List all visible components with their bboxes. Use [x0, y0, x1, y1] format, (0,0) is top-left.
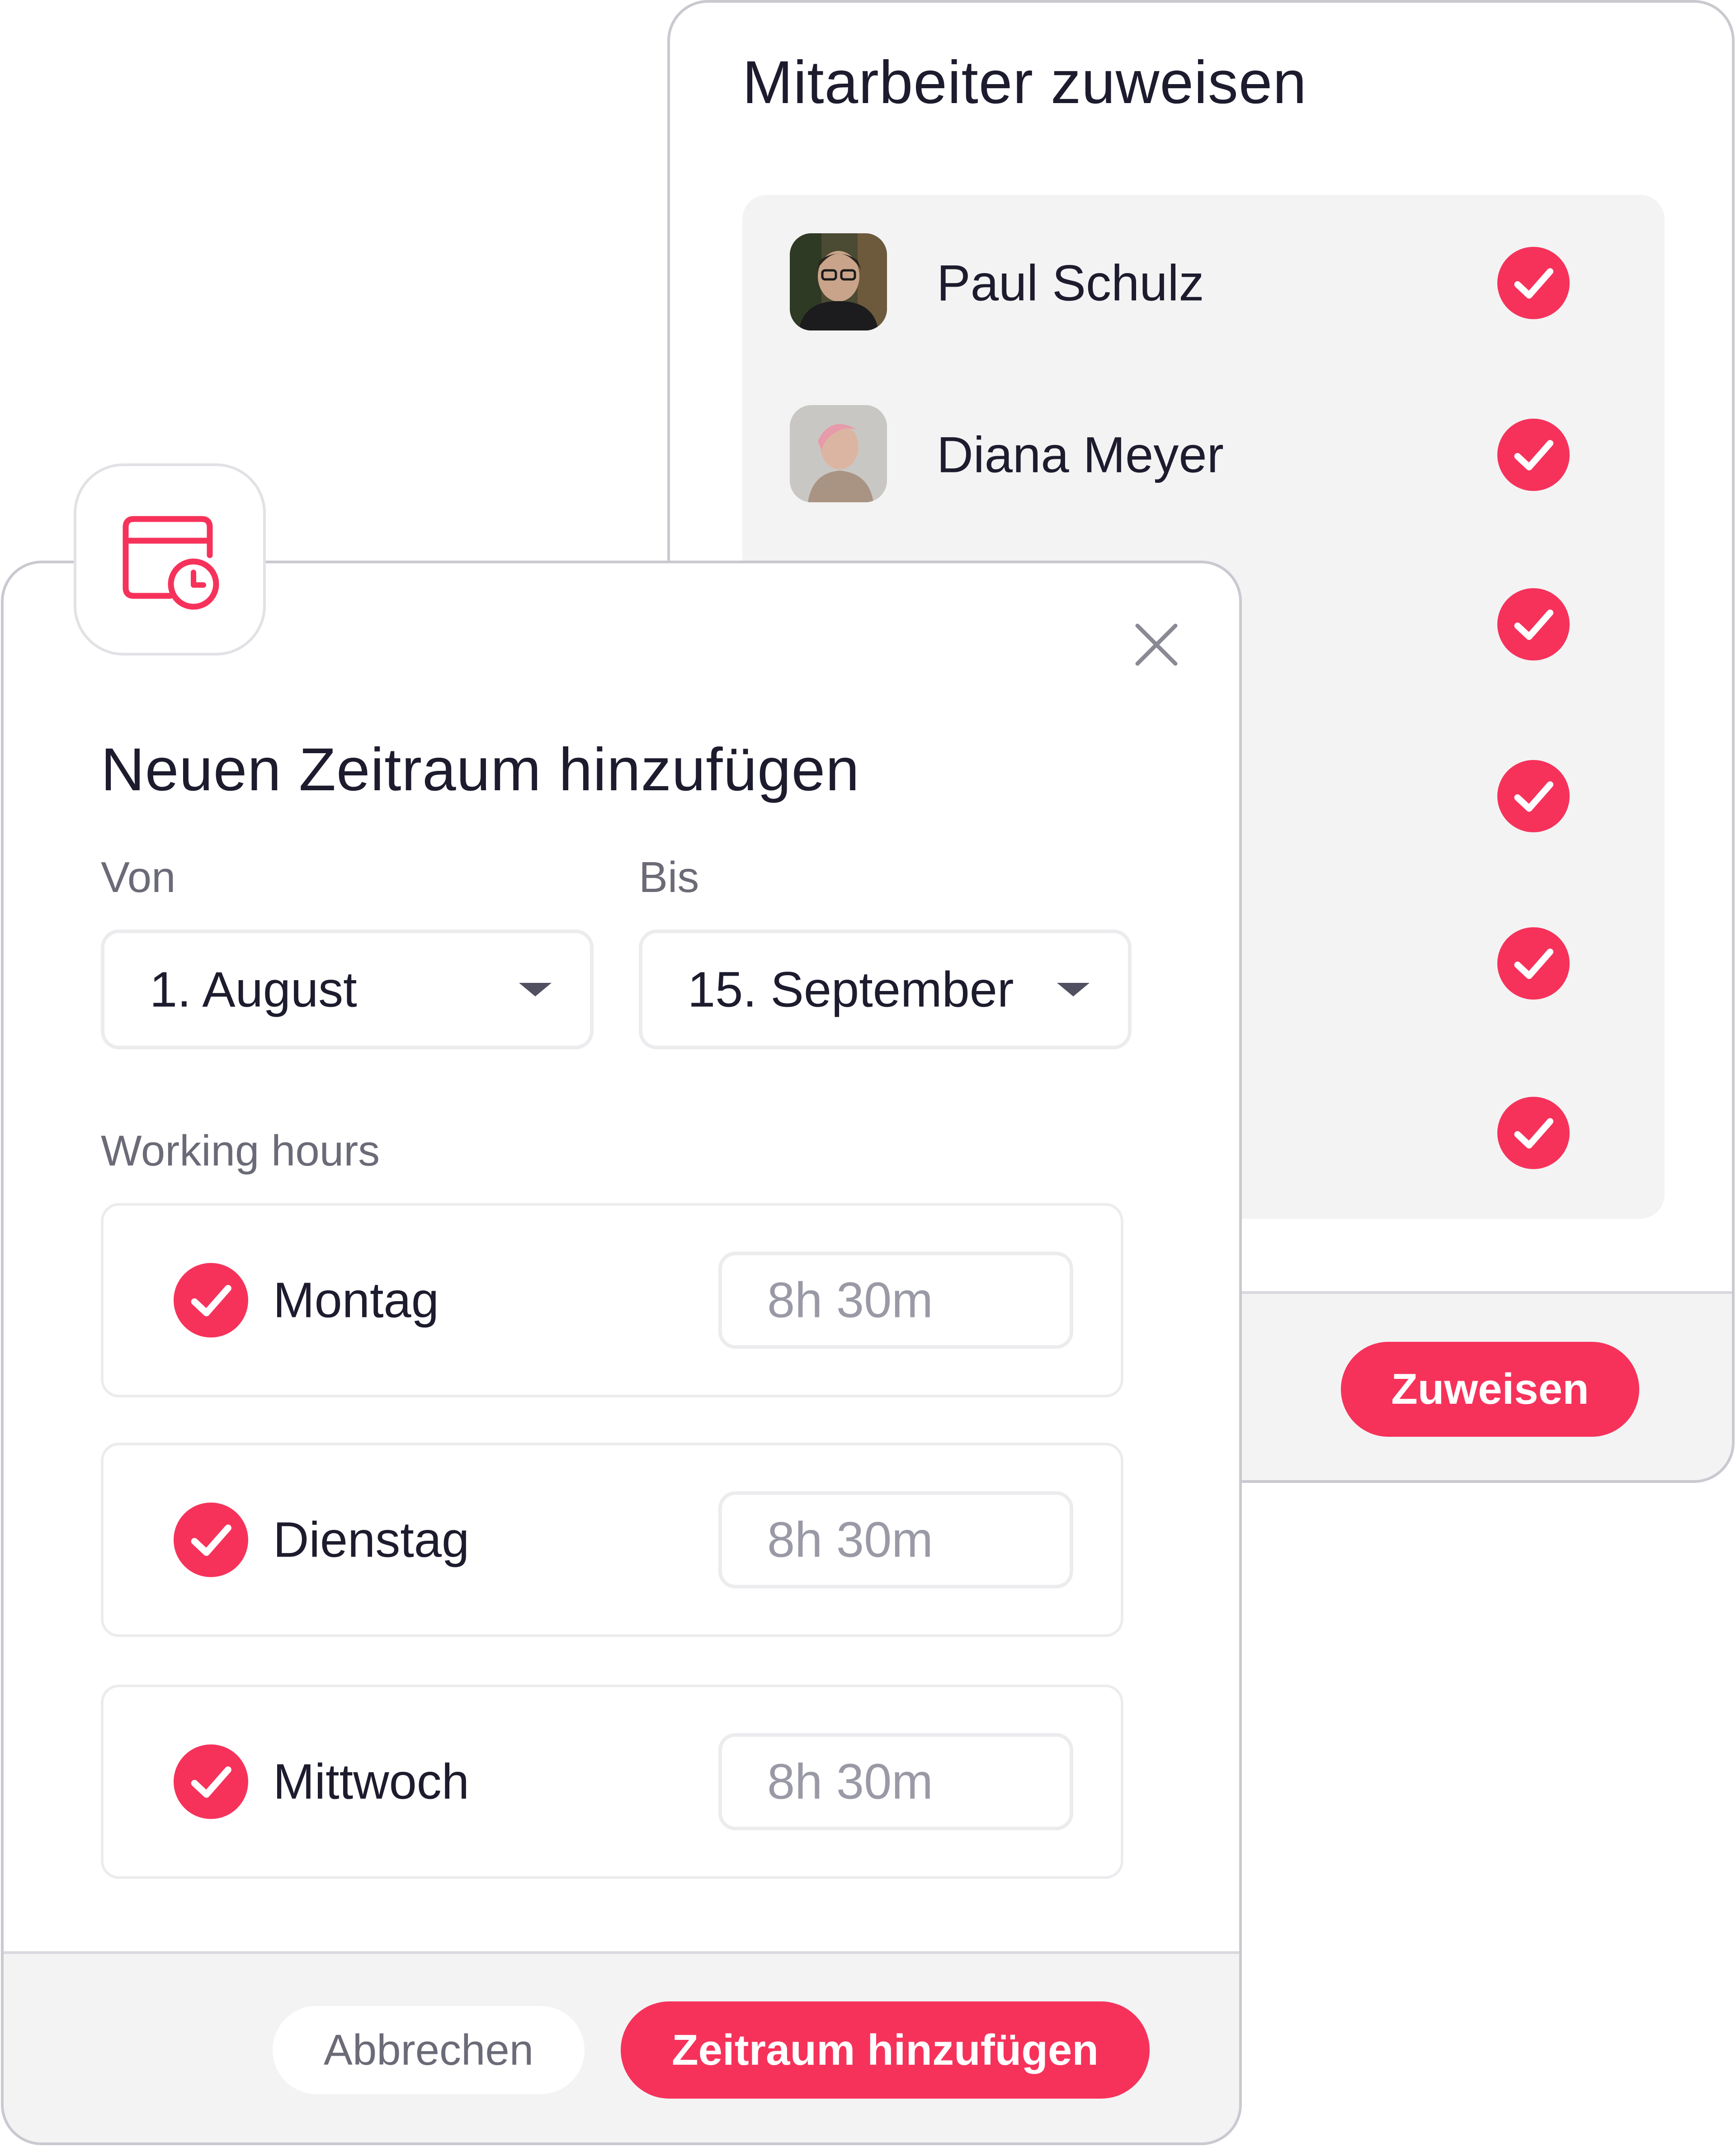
hours-input[interactable]: [718, 1251, 1073, 1349]
checked-icon[interactable]: [1497, 927, 1570, 1000]
from-date-value: 1. August: [150, 962, 357, 1017]
employee-name: Diana Meyer: [937, 426, 1224, 483]
from-date-select[interactable]: 1. August: [101, 930, 594, 1049]
day-row-mittwoch: Mittwoch: [101, 1685, 1123, 1879]
from-label: Von: [101, 853, 176, 901]
hours-input[interactable]: [718, 1491, 1073, 1589]
employee-name: Paul Schulz: [937, 255, 1204, 311]
close-icon[interactable]: [1129, 618, 1184, 672]
working-hours-label: Working hours: [101, 1127, 380, 1175]
add-period-button[interactable]: Zeitraum hinzufügen: [621, 2001, 1150, 2099]
to-date-value: 15. September: [688, 962, 1014, 1017]
employee-row-paul-schulz[interactable]: Paul Schulz: [742, 233, 1665, 333]
day-row-montag: Montag: [101, 1203, 1123, 1397]
dialog-footer: Abbrechen Zeitraum hinzufügen: [4, 1951, 1239, 2142]
checked-icon[interactable]: [1497, 1097, 1570, 1169]
checked-icon[interactable]: [174, 1744, 248, 1819]
chevron-down-icon: [1057, 982, 1090, 996]
assign-panel-title: Mitarbeiter zuweisen: [742, 49, 1307, 116]
chevron-down-icon: [519, 982, 552, 996]
checked-icon[interactable]: [174, 1502, 248, 1577]
to-date-select[interactable]: 15. September: [639, 930, 1132, 1049]
day-name: Mittwoch: [273, 1754, 469, 1810]
checked-icon[interactable]: [1497, 760, 1570, 832]
hours-input[interactable]: [718, 1733, 1073, 1831]
checked-icon[interactable]: [174, 1263, 248, 1338]
dialog-icon-tile: [74, 463, 266, 656]
cancel-button[interactable]: Abbrechen: [273, 2006, 585, 2094]
day-row-dienstag: Dienstag: [101, 1443, 1123, 1637]
calendar-clock-icon: [123, 516, 219, 609]
to-label: Bis: [639, 853, 699, 901]
employee-row-diana-meyer[interactable]: Diana Meyer: [742, 405, 1665, 505]
avatar: [790, 233, 887, 330]
dialog-title: Neuen Zeitraum hinzufügen: [101, 736, 860, 803]
assign-button[interactable]: Zuweisen: [1341, 1342, 1639, 1437]
checked-icon[interactable]: [1497, 247, 1570, 319]
checked-icon[interactable]: [1497, 419, 1570, 491]
new-period-dialog: Neuen Zeitraum hinzufügen Von 1. August …: [1, 561, 1242, 2145]
checked-icon[interactable]: [1497, 588, 1570, 661]
avatar: [790, 405, 887, 502]
day-name: Montag: [273, 1272, 439, 1328]
day-name: Dienstag: [273, 1512, 470, 1568]
